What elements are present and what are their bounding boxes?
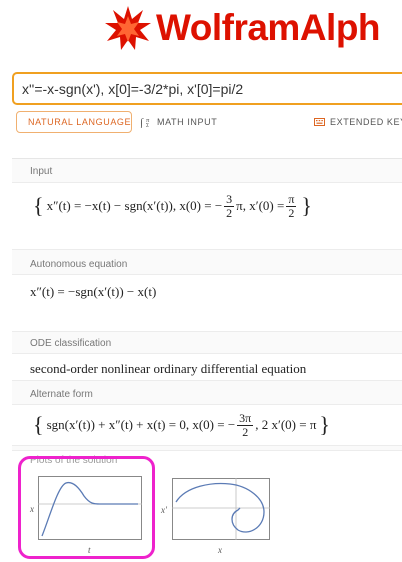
math-input-button[interactable]: ∫ π Σ MATH INPUT xyxy=(140,111,217,133)
extended-keyboard-button[interactable]: EXTENDED KEYB xyxy=(314,111,402,133)
input-fraction-1: 3 2 xyxy=(224,191,235,220)
math-input-icon: ∫ π Σ xyxy=(140,117,150,128)
search-input[interactable]: x''=-x-sgn(x'), x[0]=-3/2*pi, x'[0]=pi/2 xyxy=(12,72,402,105)
highlight-annotation xyxy=(18,456,155,559)
alternate-form-expression: { sgn(x′(t)) + x″(t) + x(t) = 0, x(0) = … xyxy=(30,408,333,442)
wolfram-alpha-logo[interactable]: WolframAlph xyxy=(105,4,381,52)
plot2-x-label: x xyxy=(218,545,222,555)
ode-classification-title: ODE classification xyxy=(30,338,112,349)
input-frac2-num: π xyxy=(286,191,297,207)
extended-keyboard-label: EXTENDED KEYB xyxy=(330,117,402,127)
svg-text:∫: ∫ xyxy=(140,117,144,128)
alt-fraction: 3π 2 xyxy=(237,410,254,439)
input-frac1-num: 3 xyxy=(224,191,235,207)
alternate-form-title: Alternate form xyxy=(30,389,93,400)
plot2-frame xyxy=(172,478,270,540)
natural-language-label: NATURAL LANGUAGE xyxy=(28,117,132,127)
input-frac1-den: 2 xyxy=(226,205,233,220)
svg-text:Σ: Σ xyxy=(146,123,150,128)
natural-language-button[interactable]: NATURAL LANGUAGE xyxy=(16,111,132,133)
ode-classification-text: second-order nonlinear ordinary differen… xyxy=(30,361,307,376)
logo-wordmark: WolframAlph xyxy=(156,7,381,48)
alt-open-brace: { xyxy=(33,412,44,437)
alt-frac-den: 2 xyxy=(242,424,249,439)
phase-portrait-plot[interactable] xyxy=(172,478,270,540)
alt-frac-num: 3π xyxy=(237,410,254,426)
input-expression: { x″(t) = −x(t) − sgn(x′(t)), x(0) = − 3… xyxy=(30,188,315,224)
input-frac2-den: 2 xyxy=(288,205,295,220)
input-mode-bar: NATURAL LANGUAGE ∫ π Σ MATH INPUT EXTEND… xyxy=(0,108,402,136)
input-mid: π, x′(0) = xyxy=(236,198,285,213)
input-pod-title: Input xyxy=(30,166,53,177)
autonomous-pod-title: Autonomous equation xyxy=(30,259,128,270)
autonomous-expression: x″(t) = −sgn(x′(t)) − x(t) xyxy=(30,284,157,299)
alt-lhs: sgn(x′(t)) + x″(t) + x(t) = 0, x(0) = − xyxy=(46,417,236,432)
alt-rhs: , 2 x′(0) = π xyxy=(255,417,317,432)
open-brace: { xyxy=(33,193,44,218)
wolfram-star-icon xyxy=(105,6,151,50)
plot2-y-label: x′ xyxy=(161,505,167,515)
input-fraction-2: π 2 xyxy=(286,191,297,220)
math-input-label: MATH INPUT xyxy=(157,117,218,127)
keyboard-icon xyxy=(314,118,325,126)
input-lhs: x″(t) = −x(t) − sgn(x′(t)), x(0) = − xyxy=(46,198,223,213)
alt-close-brace: } xyxy=(319,412,330,437)
search-input-value[interactable]: x''=-x-sgn(x'), x[0]=-3/2*pi, x'[0]=pi/2 xyxy=(22,81,243,97)
close-brace: } xyxy=(301,193,312,218)
